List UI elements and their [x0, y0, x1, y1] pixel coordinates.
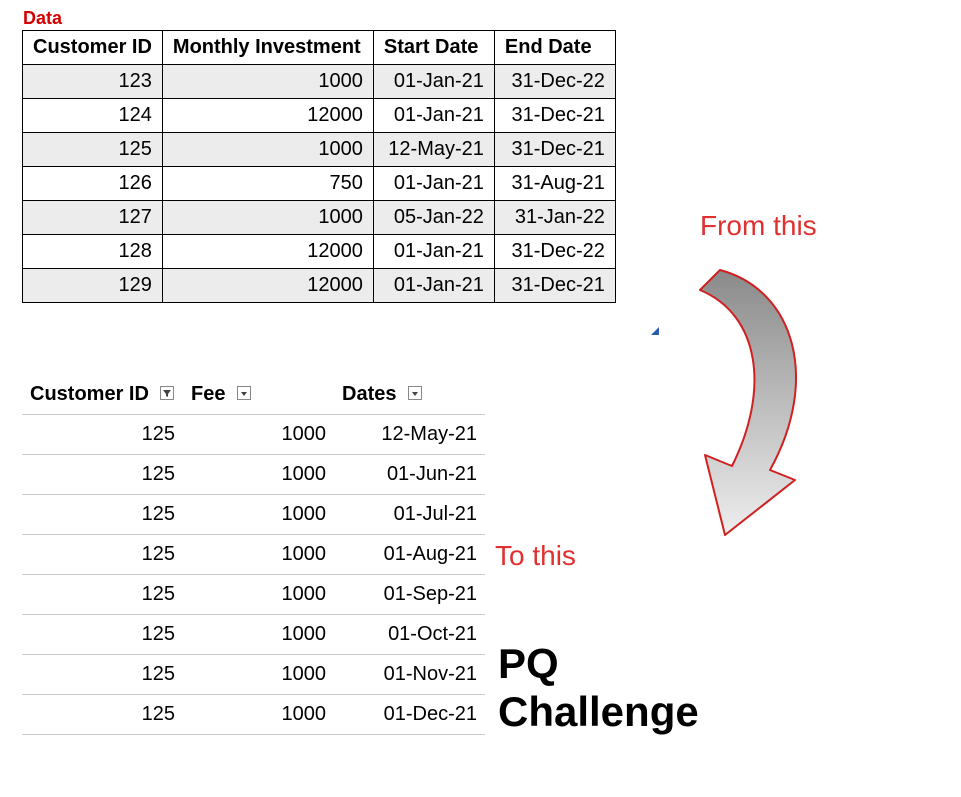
header-label: Fee: [191, 383, 225, 405]
cell[interactable]: 129: [23, 269, 163, 303]
title-line1: PQ: [498, 640, 559, 687]
col-header-monthly-investment[interactable]: Monthly Investment: [162, 31, 373, 65]
cell[interactable]: 123: [23, 65, 163, 99]
table-row[interactable]: 127100005-Jan-2231-Jan-22: [23, 201, 616, 235]
col-header-fee[interactable]: Fee: [183, 375, 334, 415]
cell[interactable]: 126: [23, 167, 163, 201]
cell[interactable]: 31-Dec-21: [494, 269, 615, 303]
annotation-to: To this: [495, 540, 576, 572]
col-header-customer-id[interactable]: Customer ID: [22, 375, 183, 415]
header-label: Dates: [342, 383, 396, 405]
cell[interactable]: 12000: [162, 99, 373, 133]
cell[interactable]: 01-Jan-21: [373, 167, 494, 201]
cell[interactable]: 127: [23, 201, 163, 235]
cell[interactable]: 1000: [183, 455, 334, 495]
cell[interactable]: 05-Jan-22: [373, 201, 494, 235]
cell[interactable]: 750: [162, 167, 373, 201]
cell[interactable]: 125: [23, 133, 163, 167]
cell[interactable]: 125: [22, 535, 183, 575]
cell[interactable]: 31-Dec-21: [494, 133, 615, 167]
table-row[interactable]: 125100001-Jul-21: [22, 495, 485, 535]
cell[interactable]: 125: [22, 575, 183, 615]
filter-active-icon[interactable]: [160, 383, 174, 406]
col-header-start-date[interactable]: Start Date: [373, 31, 494, 65]
cell[interactable]: 1000: [183, 535, 334, 575]
cell[interactable]: 1000: [162, 65, 373, 99]
cell[interactable]: 12-May-21: [334, 415, 485, 455]
challenge-title: PQ Challenge: [498, 640, 699, 737]
dropdown-icon[interactable]: [408, 383, 422, 406]
table-row[interactable]: 125100001-Dec-21: [22, 695, 485, 735]
cell[interactable]: 1000: [183, 575, 334, 615]
cell[interactable]: 12-May-21: [373, 133, 494, 167]
table-row[interactable]: 123100001-Jan-2131-Dec-22: [23, 65, 616, 99]
source-table-header-row: Customer ID Monthly Investment Start Dat…: [23, 31, 616, 65]
cell[interactable]: 01-Dec-21: [334, 695, 485, 735]
cell[interactable]: 12000: [162, 235, 373, 269]
cell[interactable]: 1000: [183, 655, 334, 695]
cell[interactable]: 125: [22, 655, 183, 695]
table-row[interactable]: 1241200001-Jan-2131-Dec-21: [23, 99, 616, 133]
source-data-label: Data: [23, 8, 62, 29]
cell[interactable]: 01-Jan-21: [373, 235, 494, 269]
cell[interactable]: 01-Jan-21: [373, 99, 494, 133]
cell[interactable]: 125: [22, 455, 183, 495]
table-row[interactable]: 125100001-Sep-21: [22, 575, 485, 615]
cell[interactable]: 128: [23, 235, 163, 269]
cell[interactable]: 01-Jul-21: [334, 495, 485, 535]
table-resize-handle-icon[interactable]: [651, 327, 659, 335]
col-header-customer-id[interactable]: Customer ID: [23, 31, 163, 65]
table-row[interactable]: 125100001-Aug-21: [22, 535, 485, 575]
dropdown-icon[interactable]: [237, 383, 251, 406]
cell[interactable]: 1000: [183, 615, 334, 655]
cell[interactable]: 1000: [183, 495, 334, 535]
cell[interactable]: 31-Dec-22: [494, 235, 615, 269]
cell[interactable]: 1000: [183, 415, 334, 455]
table-row[interactable]: 125100001-Jun-21: [22, 455, 485, 495]
cell[interactable]: 12000: [162, 269, 373, 303]
cell[interactable]: 01-Aug-21: [334, 535, 485, 575]
table-row[interactable]: 125100012-May-21: [22, 415, 485, 455]
cell[interactable]: 31-Dec-21: [494, 99, 615, 133]
table-row[interactable]: 125100001-Nov-21: [22, 655, 485, 695]
result-table: Customer ID Fee Dates 125100012-May-2112…: [22, 375, 485, 735]
cell[interactable]: 01-Jun-21: [334, 455, 485, 495]
cell[interactable]: 01-Nov-21: [334, 655, 485, 695]
cell[interactable]: 125: [22, 695, 183, 735]
cell[interactable]: 31-Aug-21: [494, 167, 615, 201]
col-header-dates[interactable]: Dates: [334, 375, 485, 415]
source-table: Customer ID Monthly Investment Start Dat…: [22, 30, 616, 303]
cell[interactable]: 1000: [162, 201, 373, 235]
col-header-end-date[interactable]: End Date: [494, 31, 615, 65]
cell[interactable]: 125: [22, 615, 183, 655]
header-label: Customer ID: [30, 383, 149, 405]
cell[interactable]: 1000: [162, 133, 373, 167]
cell[interactable]: 31-Dec-22: [494, 65, 615, 99]
cell[interactable]: 01-Jan-21: [373, 269, 494, 303]
result-table-header-row: Customer ID Fee Dates: [22, 375, 485, 415]
cell[interactable]: 31-Jan-22: [494, 201, 615, 235]
table-row[interactable]: 125100001-Oct-21: [22, 615, 485, 655]
annotation-from: From this: [700, 210, 817, 242]
title-line2: Challenge: [498, 688, 699, 735]
cell[interactable]: 125: [22, 415, 183, 455]
cell[interactable]: 01-Oct-21: [334, 615, 485, 655]
table-row[interactable]: 12675001-Jan-2131-Aug-21: [23, 167, 616, 201]
curved-arrow-icon: [610, 260, 860, 550]
table-row[interactable]: 1281200001-Jan-2131-Dec-22: [23, 235, 616, 269]
cell[interactable]: 125: [22, 495, 183, 535]
cell[interactable]: 124: [23, 99, 163, 133]
table-row[interactable]: 1291200001-Jan-2131-Dec-21: [23, 269, 616, 303]
cell[interactable]: 1000: [183, 695, 334, 735]
table-row[interactable]: 125100012-May-2131-Dec-21: [23, 133, 616, 167]
cell[interactable]: 01-Sep-21: [334, 575, 485, 615]
cell[interactable]: 01-Jan-21: [373, 65, 494, 99]
